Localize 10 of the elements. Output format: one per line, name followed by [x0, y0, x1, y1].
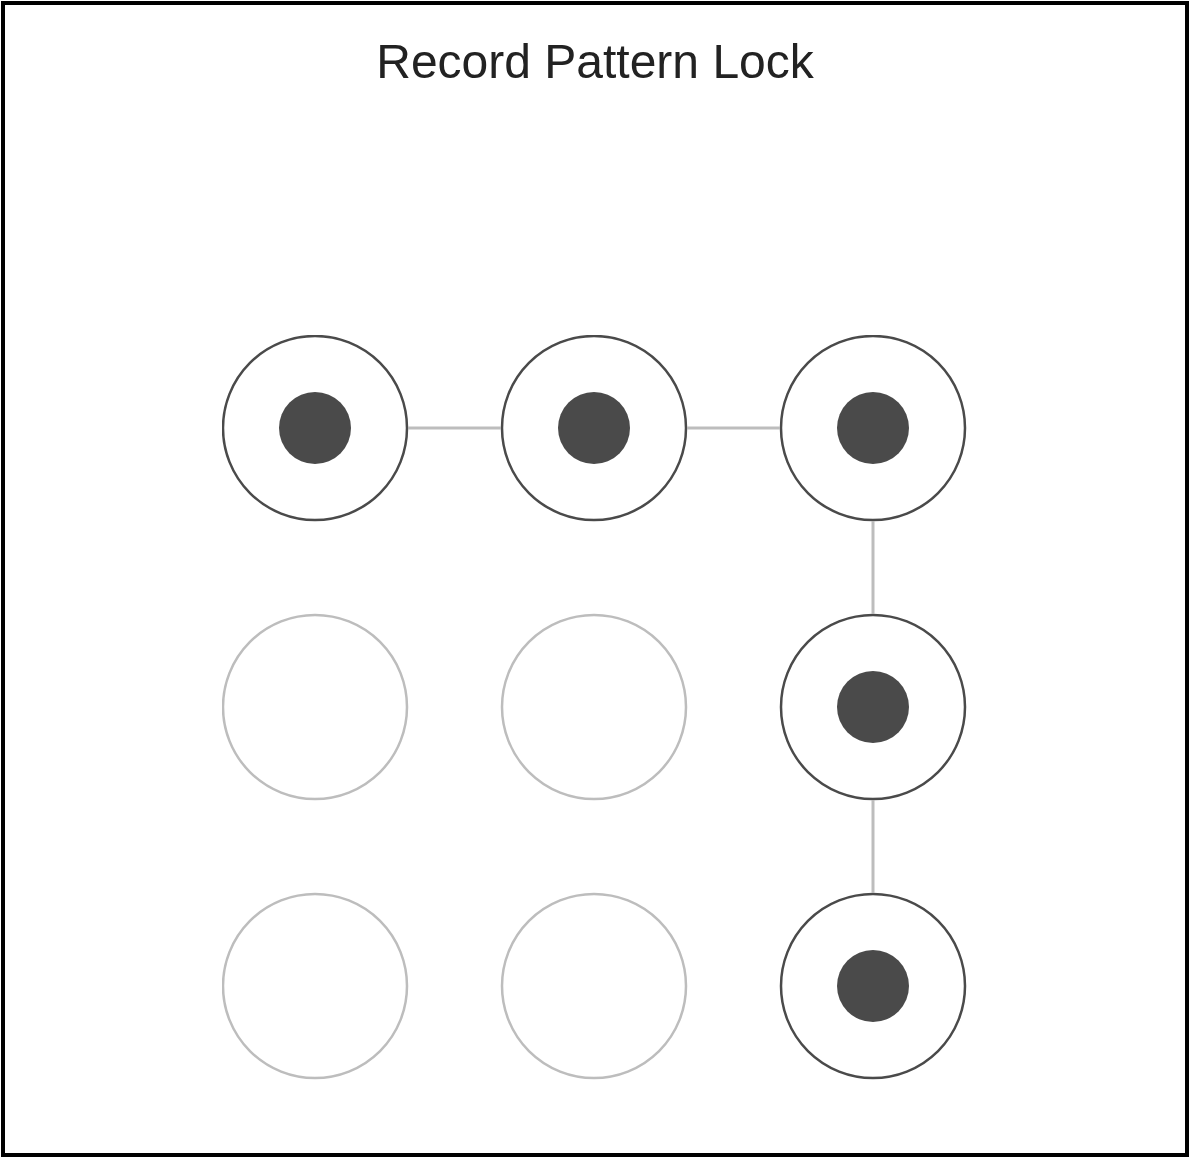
screen-title: Record Pattern Lock [376, 35, 814, 89]
pattern-node[interactable] [222, 613, 409, 801]
pattern-node[interactable] [779, 335, 967, 522]
pattern-node[interactable] [222, 892, 409, 1080]
pattern-node[interactable] [779, 613, 967, 801]
pattern-node[interactable] [779, 892, 967, 1080]
pattern-node[interactable] [500, 613, 688, 801]
pattern-node[interactable] [500, 892, 688, 1080]
pattern-node[interactable] [222, 335, 409, 522]
pattern-node[interactable] [500, 335, 688, 522]
